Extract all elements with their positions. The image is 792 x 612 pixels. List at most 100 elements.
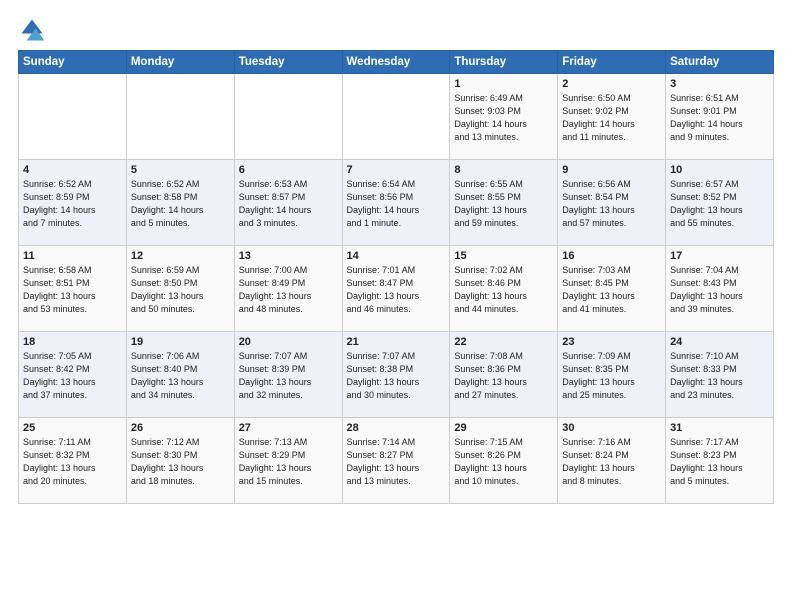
day-number: 14 (347, 250, 446, 262)
calendar-cell: 22Sunrise: 7:08 AM Sunset: 8:36 PM Dayli… (450, 332, 558, 418)
calendar-cell: 29Sunrise: 7:15 AM Sunset: 8:26 PM Dayli… (450, 418, 558, 504)
day-info: Sunrise: 6:58 AM Sunset: 8:51 PM Dayligh… (23, 264, 122, 316)
calendar-cell: 5 Sunrise: 6:52 AM Sunset: 8:58 PM Daylig… (126, 160, 234, 246)
day-number: 1 (454, 78, 553, 90)
calendar-cell: 7 Sunrise: 6:54 AM Sunset: 8:56 PM Daylig… (342, 160, 450, 246)
page: Sunday Monday Tuesday Wednesday Thursday… (0, 0, 792, 612)
col-monday: Monday (126, 51, 234, 74)
day-info: Sunrise: 6:55 AM Sunset: 8:55 PM Dayligh… (454, 178, 553, 230)
day-info: Sunrise: 7:12 AM Sunset: 8:30 PM Dayligh… (131, 436, 230, 488)
day-number: 16 (562, 250, 661, 262)
day-number: 11 (23, 250, 122, 262)
col-friday: Friday (558, 51, 666, 74)
calendar-cell: 1 Sunrise: 6:49 AM Sunset: 9:03 PM Daylig… (450, 74, 558, 160)
day-number: 25 (23, 422, 122, 434)
calendar-cell: 15 Sunrise: 7:02 AM Sunset: 8:46 PM Dayli… (450, 246, 558, 332)
day-number: 18 (23, 336, 122, 348)
day-number: 2 (562, 78, 661, 90)
header-row: Sunday Monday Tuesday Wednesday Thursday… (19, 51, 774, 74)
calendar-cell (126, 74, 234, 160)
day-number: 13 (239, 250, 338, 262)
day-info: Sunrise: 6:59 AM Sunset: 8:50 PM Dayligh… (131, 264, 230, 316)
calendar-cell (234, 74, 342, 160)
header (18, 16, 774, 44)
day-number: 24 (670, 336, 769, 348)
calendar-cell: 12 Sunrise: 6:59 AM Sunset: 8:50 PM Dayli… (126, 246, 234, 332)
calendar-cell: 18 Sunrise: 7:05 AM Sunset: 8:42 PM Dayli… (19, 332, 127, 418)
calendar-cell: 28 Sunrise: 7:14 AM Sunset: 8:27 PM Dayli… (342, 418, 450, 504)
day-number: 15 (454, 250, 553, 262)
calendar-cell: 17Sunrise: 7:04 AM Sunset: 8:43 PM Dayli… (666, 246, 774, 332)
day-info: Sunrise: 7:04 AM Sunset: 8:43 PM Dayligh… (670, 264, 769, 316)
day-info: Sunrise: 7:10 AM Sunset: 8:33 PM Dayligh… (670, 350, 769, 402)
day-number: 27 (239, 422, 338, 434)
day-number: 3 (670, 78, 769, 90)
day-number: 6 (239, 164, 338, 176)
calendar-cell: 14 Sunrise: 7:01 AM Sunset: 8:47 PM Dayli… (342, 246, 450, 332)
day-info: Sunrise: 7:03 AM Sunset: 8:45 PM Dayligh… (562, 264, 661, 316)
logo-icon (18, 16, 46, 44)
day-number: 21 (347, 336, 446, 348)
col-tuesday: Tuesday (234, 51, 342, 74)
calendar-cell: 31Sunrise: 7:17 AM Sunset: 8:23 PM Dayli… (666, 418, 774, 504)
calendar-cell: 26 Sunrise: 7:12 AM Sunset: 8:30 PM Dayli… (126, 418, 234, 504)
calendar-table: Sunday Monday Tuesday Wednesday Thursday… (18, 50, 774, 504)
calendar-week-4: 18 Sunrise: 7:05 AM Sunset: 8:42 PM Dayli… (19, 332, 774, 418)
day-info: Sunrise: 7:11 AM Sunset: 8:32 PM Dayligh… (23, 436, 122, 488)
col-thursday: Thursday (450, 51, 558, 74)
col-saturday: Saturday (666, 51, 774, 74)
day-info: Sunrise: 7:02 AM Sunset: 8:46 PM Dayligh… (454, 264, 553, 316)
day-info: Sunrise: 7:00 AM Sunset: 8:49 PM Dayligh… (239, 264, 338, 316)
calendar-header: Sunday Monday Tuesday Wednesday Thursday… (19, 51, 774, 74)
day-info: Sunrise: 6:49 AM Sunset: 9:03 PM Dayligh… (454, 92, 553, 144)
day-number: 28 (347, 422, 446, 434)
day-info: Sunrise: 7:17 AM Sunset: 8:23 PM Dayligh… (670, 436, 769, 488)
calendar-cell: 19Sunrise: 7:06 AM Sunset: 8:40 PM Dayli… (126, 332, 234, 418)
day-number: 12 (131, 250, 230, 262)
day-info: Sunrise: 7:01 AM Sunset: 8:47 PM Dayligh… (347, 264, 446, 316)
day-info: Sunrise: 7:07 AM Sunset: 8:39 PM Dayligh… (239, 350, 338, 402)
calendar-week-5: 25 Sunrise: 7:11 AM Sunset: 8:32 PM Dayli… (19, 418, 774, 504)
day-info: Sunrise: 6:53 AM Sunset: 8:57 PM Dayligh… (239, 178, 338, 230)
day-number: 9 (562, 164, 661, 176)
calendar-cell: 6 Sunrise: 6:53 AM Sunset: 8:57 PM Daylig… (234, 160, 342, 246)
calendar-cell: 21 Sunrise: 7:07 AM Sunset: 8:38 PM Dayli… (342, 332, 450, 418)
col-sunday: Sunday (19, 51, 127, 74)
calendar-cell: 4Sunrise: 6:52 AM Sunset: 8:59 PM Daylig… (19, 160, 127, 246)
calendar-week-1: 1 Sunrise: 6:49 AM Sunset: 9:03 PM Daylig… (19, 74, 774, 160)
day-info: Sunrise: 6:54 AM Sunset: 8:56 PM Dayligh… (347, 178, 446, 230)
day-number: 30 (562, 422, 661, 434)
calendar-cell: 10 Sunrise: 6:57 AM Sunset: 8:52 PM Dayli… (666, 160, 774, 246)
calendar-cell: 25 Sunrise: 7:11 AM Sunset: 8:32 PM Dayli… (19, 418, 127, 504)
calendar-cell: 13 Sunrise: 7:00 AM Sunset: 8:49 PM Dayli… (234, 246, 342, 332)
day-number: 10 (670, 164, 769, 176)
day-info: Sunrise: 7:08 AM Sunset: 8:36 PM Dayligh… (454, 350, 553, 402)
calendar-cell: 16 Sunrise: 7:03 AM Sunset: 8:45 PM Dayli… (558, 246, 666, 332)
logo (18, 16, 50, 44)
calendar-cell: 24 Sunrise: 7:10 AM Sunset: 8:33 PM Dayli… (666, 332, 774, 418)
day-number: 4 (23, 164, 122, 176)
day-info: Sunrise: 7:13 AM Sunset: 8:29 PM Dayligh… (239, 436, 338, 488)
day-number: 5 (131, 164, 230, 176)
day-number: 23 (562, 336, 661, 348)
day-info: Sunrise: 7:14 AM Sunset: 8:27 PM Dayligh… (347, 436, 446, 488)
day-info: Sunrise: 6:51 AM Sunset: 9:01 PM Dayligh… (670, 92, 769, 144)
day-info: Sunrise: 7:15 AM Sunset: 8:26 PM Dayligh… (454, 436, 553, 488)
day-info: Sunrise: 6:52 AM Sunset: 8:58 PM Dayligh… (131, 178, 230, 230)
day-number: 7 (347, 164, 446, 176)
calendar-cell: 9 Sunrise: 6:56 AM Sunset: 8:54 PM Daylig… (558, 160, 666, 246)
day-info: Sunrise: 6:56 AM Sunset: 8:54 PM Dayligh… (562, 178, 661, 230)
day-info: Sunrise: 6:57 AM Sunset: 8:52 PM Dayligh… (670, 178, 769, 230)
day-info: Sunrise: 7:07 AM Sunset: 8:38 PM Dayligh… (347, 350, 446, 402)
calendar-cell: 3 Sunrise: 6:51 AM Sunset: 9:01 PM Daylig… (666, 74, 774, 160)
calendar-cell (342, 74, 450, 160)
calendar-cell: 8Sunrise: 6:55 AM Sunset: 8:55 PM Daylig… (450, 160, 558, 246)
day-number: 19 (131, 336, 230, 348)
day-info: Sunrise: 7:05 AM Sunset: 8:42 PM Dayligh… (23, 350, 122, 402)
day-info: Sunrise: 6:50 AM Sunset: 9:02 PM Dayligh… (562, 92, 661, 144)
calendar-cell: 20Sunrise: 7:07 AM Sunset: 8:39 PM Dayli… (234, 332, 342, 418)
calendar-body: 1 Sunrise: 6:49 AM Sunset: 9:03 PM Daylig… (19, 74, 774, 504)
calendar-cell: 2 Sunrise: 6:50 AM Sunset: 9:02 PM Daylig… (558, 74, 666, 160)
day-number: 26 (131, 422, 230, 434)
calendar-cell: 30Sunrise: 7:16 AM Sunset: 8:24 PM Dayli… (558, 418, 666, 504)
